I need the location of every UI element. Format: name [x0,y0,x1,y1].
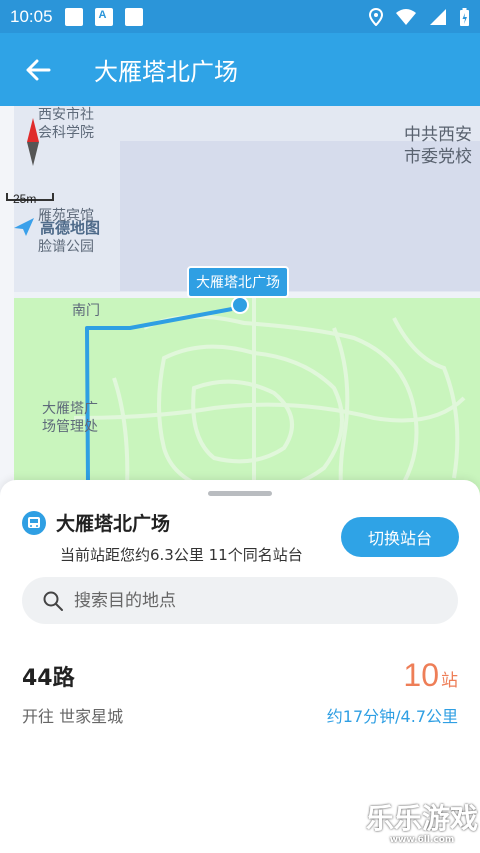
map-label-party-school: 中共西安 市委党校 [404,125,472,167]
map-stop-tag[interactable]: 大雁塔北广场 [187,266,289,298]
search-input[interactable] [74,590,434,611]
status-time: 10:05 [10,6,53,26]
watermark-text: 乐乐游戏 [366,802,479,835]
notification-icon [64,7,83,26]
amap-logo-icon [14,218,34,236]
bus-stop-icon [22,511,46,535]
stops-count: 10 [403,657,439,693]
watermark-url: www.6ll.com [389,835,455,845]
signal-icon [430,8,446,25]
stop-distance-info: 当前站距您约6.3公里 11个同名站台 [60,546,303,564]
route-eta: 约17分钟/4.7公里 [326,707,458,726]
status-icons [369,7,470,27]
stop-name: 大雁塔北广场 [56,513,171,535]
destination-search[interactable] [22,577,458,624]
arrow-left-icon [26,59,51,80]
stops-away: 10 站 [403,657,458,694]
location-icon [369,7,383,26]
wifi-icon [396,8,416,25]
switch-stop-button[interactable]: 切换站台 [341,517,459,557]
bus-stop-marker-icon[interactable] [231,296,249,314]
map-label-mask-park: 脸谱公园 [38,239,94,255]
map-label-institute: 西安市社 会科学院 [38,107,94,141]
notification-a-icon: A [94,7,113,26]
watermark-logo: 乐乐游戏 www.6ll.com [366,803,478,851]
notification-icon-2 [124,7,143,26]
map-scale-label: 25m [13,192,37,206]
status-bar: 10:05 A [0,0,480,33]
app-bar: 大雁塔北广场 [0,33,480,106]
route-name: 44路 [22,666,75,691]
sheet-drag-handle[interactable] [208,491,272,496]
map-label-hotel: 雁苑宾馆 [38,208,94,224]
map-label-management-office: 大雁塔广 场管理处 [42,401,98,435]
back-button[interactable] [0,33,76,106]
map-label-south-gate: 南门 [72,303,100,319]
search-icon [43,591,63,611]
route-direction: 开往 世家星城 [22,707,124,726]
bottom-sheet: 大雁塔北广场 当前站距您约6.3公里 11个同名站台 切换站台 44路 开往 世… [0,480,480,853]
notification-a-letter: A [98,8,107,21]
page-title: 大雁塔北广场 [94,58,238,86]
stops-unit: 站 [441,671,458,691]
battery-icon [460,7,469,26]
bus-glyph-icon [28,517,40,528]
map-view[interactable]: 25m 高德地图 西安市社 会科学院 中共西安 市委党校 雁苑宾馆 脸谱公园 南… [0,106,480,526]
